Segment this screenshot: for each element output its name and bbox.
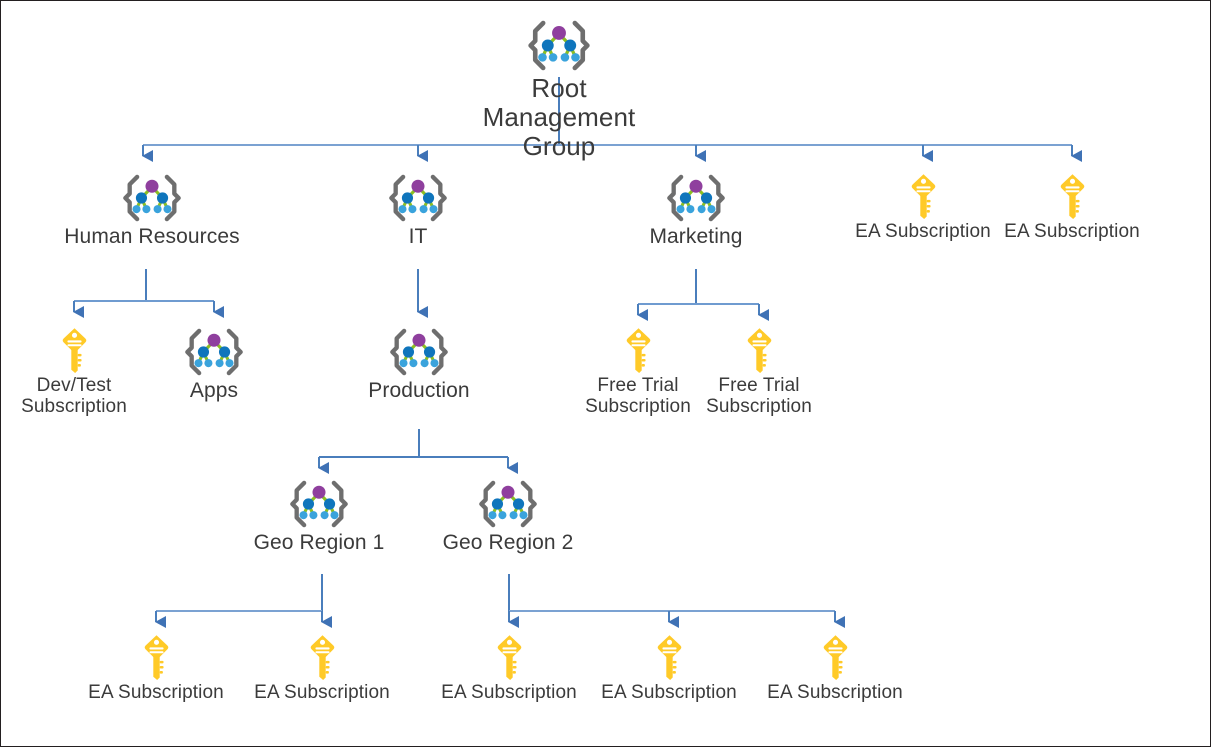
subscription-key-icon	[654, 327, 864, 373]
node-label-it: IT	[408, 225, 428, 248]
node-label-ea-geo2-3: EA Subscription	[767, 682, 903, 703]
management-group-icon	[47, 173, 257, 223]
management-group-icon	[591, 173, 801, 223]
node-label-marketing: Marketing	[649, 225, 743, 248]
node-hr[interactable]: Human Resources	[47, 173, 257, 249]
management-group-icon	[454, 19, 664, 72]
node-freetrial-2[interactable]: Free Trial Subscription	[654, 327, 864, 418]
node-label-hr: Human Resources	[64, 225, 240, 248]
node-label-freetrial-2: Free Trial Subscription	[706, 375, 812, 418]
management-group-icon	[313, 173, 523, 223]
node-label-geo1: Geo Region 1	[253, 531, 385, 554]
node-label-production: Production	[368, 379, 470, 402]
node-label-apps: Apps	[189, 379, 239, 402]
management-group-icon	[314, 327, 524, 377]
node-ea-geo1-2[interactable]: EA Subscription	[217, 634, 427, 703]
diagram-canvas: Root Management Group Human Resources IT…	[0, 0, 1211, 747]
node-marketing[interactable]: Marketing	[591, 173, 801, 249]
node-apps[interactable]: Apps	[109, 327, 319, 403]
node-label-ea-geo1-2: EA Subscription	[254, 682, 390, 703]
node-root[interactable]: Root Management Group	[454, 19, 664, 161]
node-label-root: Root Management Group	[482, 73, 636, 162]
node-production[interactable]: Production	[314, 327, 524, 403]
node-label-geo2: Geo Region 2	[442, 531, 574, 554]
node-ea-root-2[interactable]: EA Subscription	[967, 173, 1177, 242]
node-label-ea-root-2: EA Subscription	[1004, 221, 1140, 242]
management-group-icon	[214, 479, 424, 529]
management-group-icon	[109, 327, 319, 377]
node-geo1[interactable]: Geo Region 1	[214, 479, 424, 555]
node-ea-geo2-3[interactable]: EA Subscription	[730, 634, 940, 703]
subscription-key-icon	[967, 173, 1177, 219]
node-geo2[interactable]: Geo Region 2	[403, 479, 613, 555]
subscription-key-icon	[730, 634, 940, 680]
management-group-icon	[403, 479, 613, 529]
node-it[interactable]: IT	[313, 173, 523, 249]
subscription-key-icon	[217, 634, 427, 680]
